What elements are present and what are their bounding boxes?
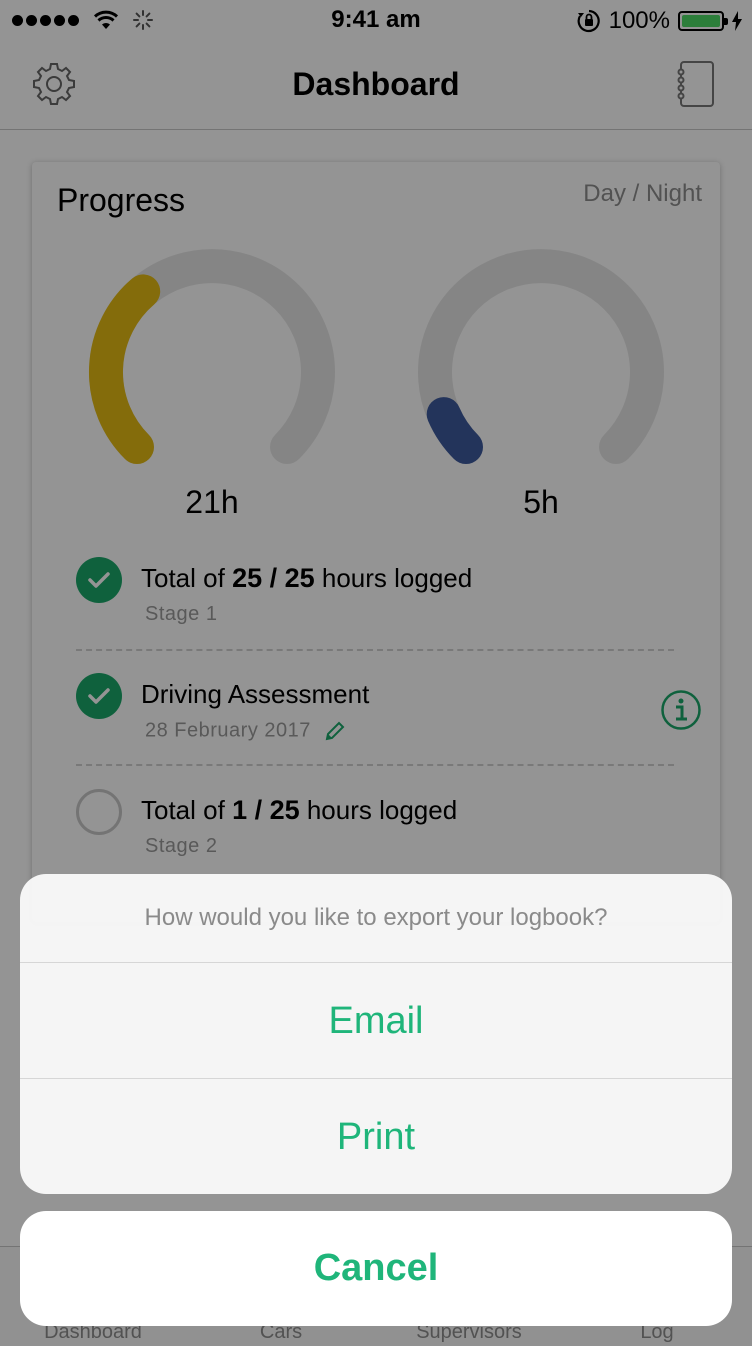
email-button[interactable]: Email bbox=[20, 964, 732, 1079]
print-button[interactable]: Print bbox=[20, 1080, 732, 1194]
cancel-button[interactable]: Cancel bbox=[20, 1211, 732, 1326]
export-action-sheet: How would you like to export your logboo… bbox=[20, 874, 732, 1194]
action-sheet-message: How would you like to export your logboo… bbox=[20, 874, 732, 963]
